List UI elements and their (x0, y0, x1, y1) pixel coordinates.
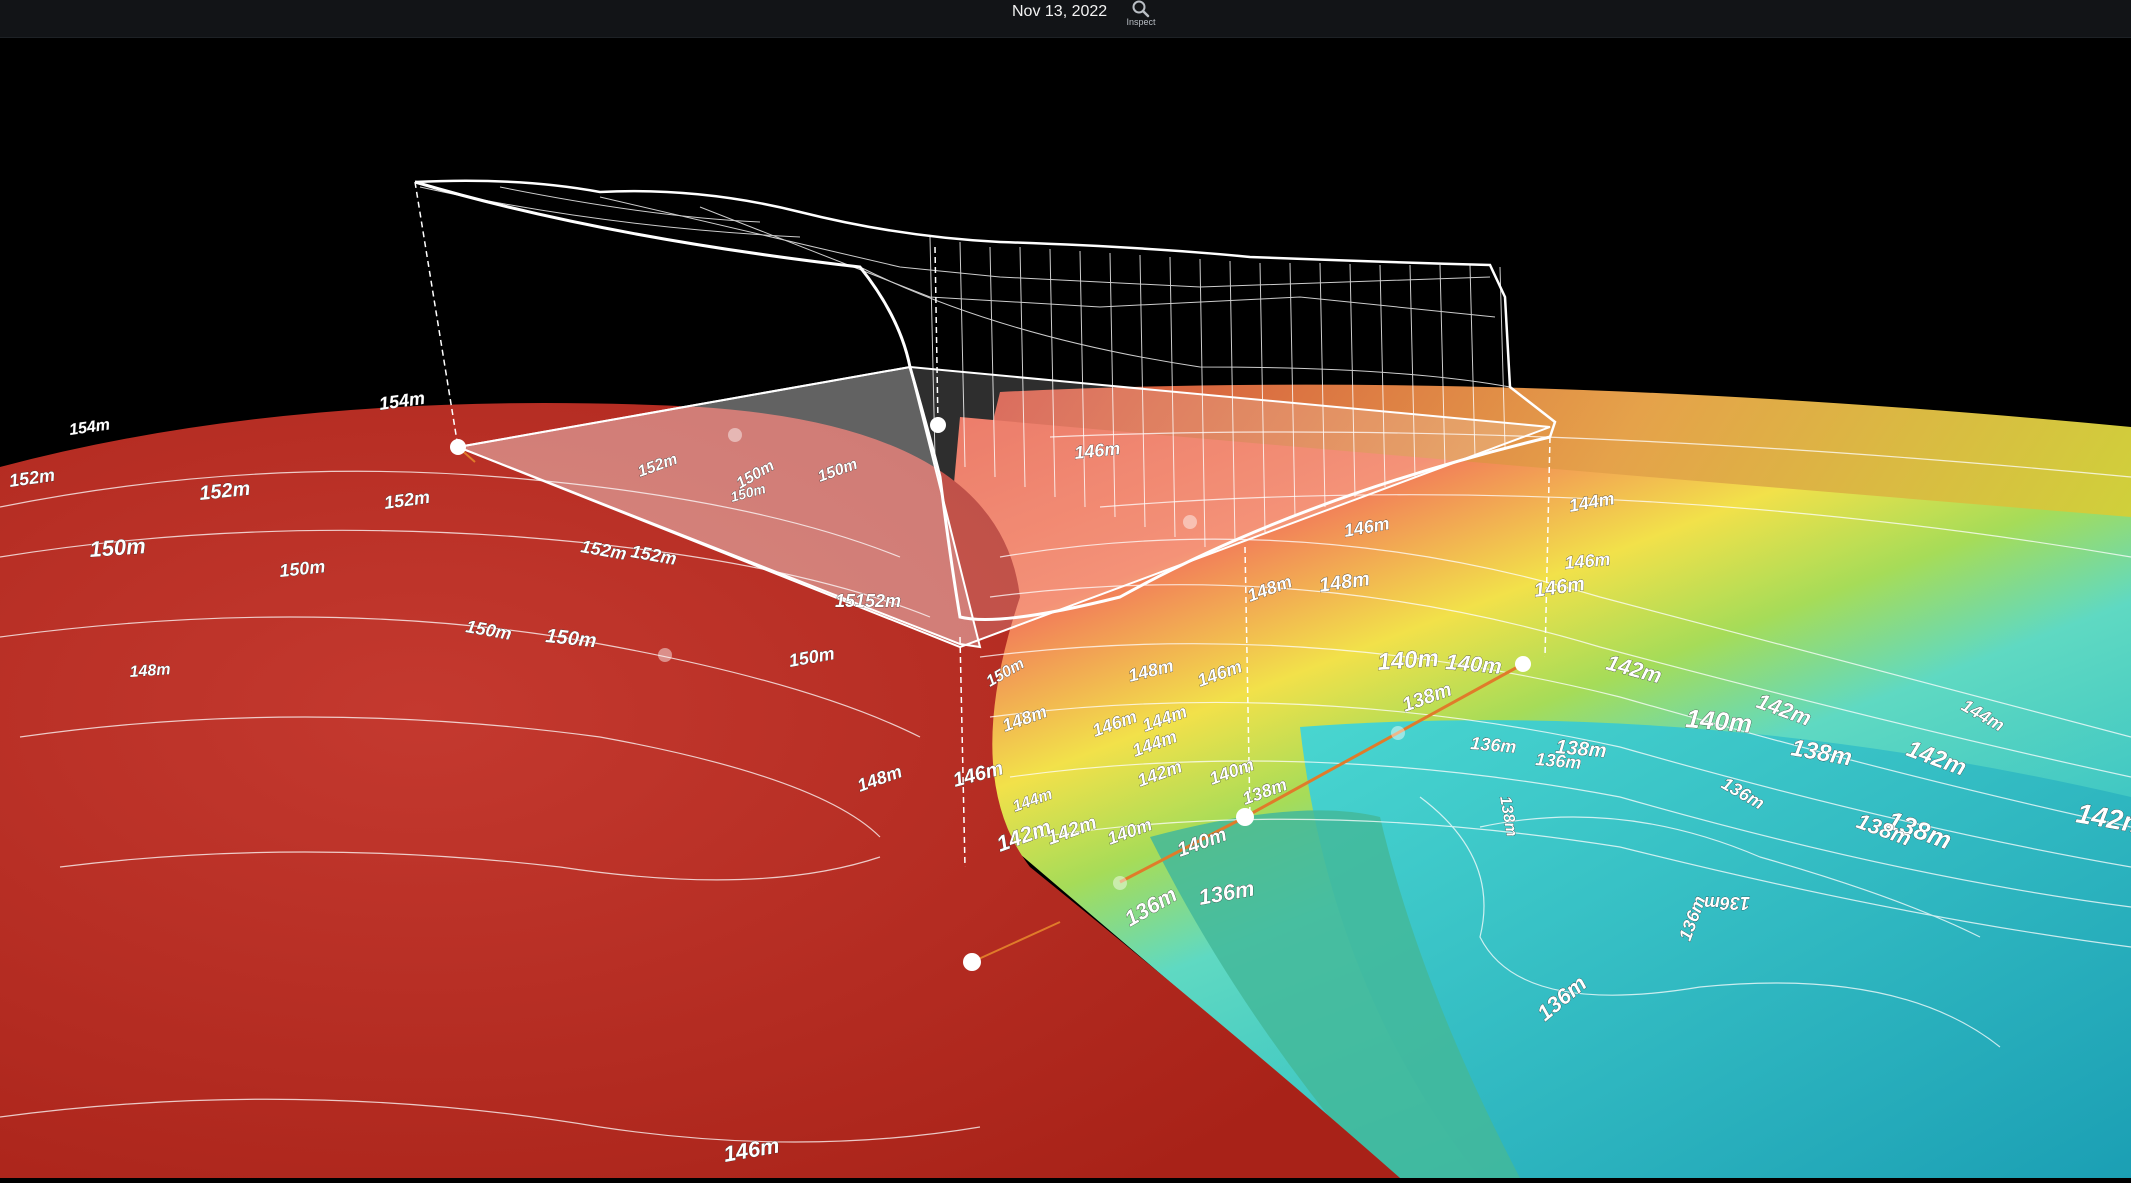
terrain-scene[interactable]: 154m 154m 152m 152m 152m 150m 150m 150m … (0, 37, 2131, 1178)
top-toolbar: Nov 13, 2022 Inspect (0, 0, 2131, 38)
contour-label: 140m (1377, 645, 1440, 676)
contour-label: 15152m (835, 591, 901, 611)
contour-label: 140m (1684, 703, 1753, 739)
contour-label: 146m (1564, 549, 1612, 573)
vertex-handle-midpoint[interactable] (1113, 876, 1127, 890)
contour-label: 154m (68, 416, 111, 439)
vertex-handle-midpoint[interactable] (658, 648, 672, 662)
vertex-handle[interactable] (1515, 656, 1531, 672)
inspect-button[interactable]: Inspect (1120, 0, 1162, 30)
3d-terrain-viewport[interactable]: 154m 154m 152m 152m 152m 150m 150m 150m … (0, 37, 2131, 1178)
vertex-handle[interactable] (963, 953, 981, 971)
contour-label: 136m (1470, 733, 1518, 757)
magnifier-search-icon (1128, 0, 1154, 18)
contour-label: 136m (1704, 893, 1750, 913)
contour-label: 148m (129, 661, 171, 681)
inspect-label: Inspect (1120, 17, 1162, 27)
vertex-handle-midpoint[interactable] (1183, 515, 1197, 529)
capture-date[interactable]: Nov 13, 2022 (1012, 3, 1107, 21)
vertex-handle-midpoint[interactable] (728, 428, 742, 442)
contour-label: 150m (89, 533, 147, 562)
vertex-handle[interactable] (450, 439, 466, 455)
vertex-handle-midpoint[interactable] (1391, 726, 1405, 740)
vertex-handle[interactable] (1236, 808, 1254, 826)
contour-label: 136m (1535, 749, 1583, 773)
vertex-handle[interactable] (930, 417, 946, 433)
contour-label: 140m (1445, 649, 1503, 679)
